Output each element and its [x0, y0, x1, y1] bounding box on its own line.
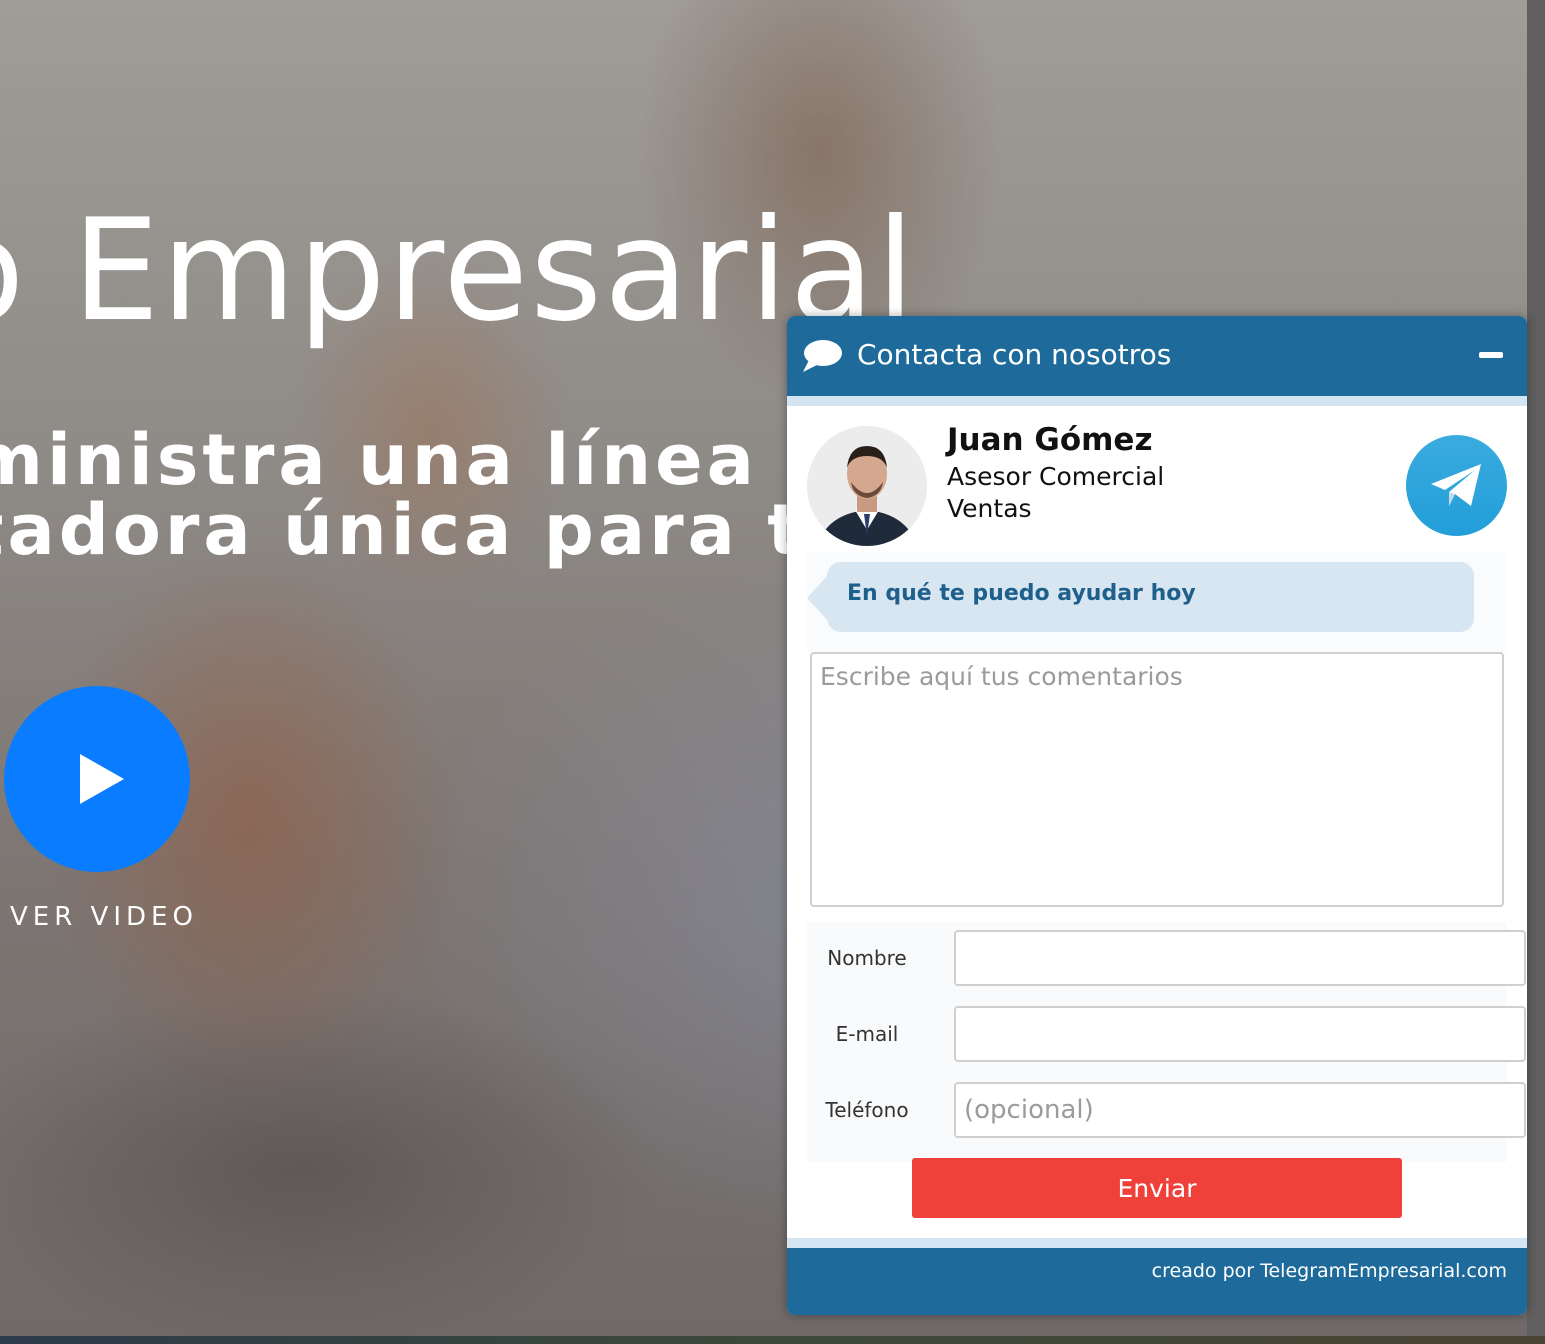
agent-avatar [807, 426, 927, 546]
credit-link[interactable]: creado por TelegramEmpresarial.com [1152, 1260, 1507, 1282]
footer-divider [787, 1238, 1527, 1248]
widget-title: Contacta con nosotros [857, 338, 1172, 371]
hero-title: o Empresarial [0, 188, 917, 353]
chat-bubble-icon [803, 340, 842, 372]
agent-role: Asesor Comercial [947, 462, 1165, 491]
play-icon [80, 754, 124, 804]
contact-form: Nombre E-mail Teléfono [807, 922, 1526, 1162]
bottom-strip [0, 1336, 1545, 1344]
agent-name: Juan Gómez [947, 422, 1153, 458]
name-input[interactable] [954, 930, 1526, 986]
phone-label: Teléfono [825, 1098, 909, 1122]
greeting-bubble-tail [807, 574, 829, 622]
email-label: E-mail [835, 1022, 899, 1046]
contact-widget: Contacta con nosotros Juan Gómez Asesor … [787, 316, 1527, 1315]
agent-card: Juan Gómez Asesor Comercial Ventas [787, 406, 1527, 556]
play-video-button[interactable] [4, 686, 190, 872]
video-label[interactable]: VER VIDEO [10, 902, 198, 932]
greeting-text: En qué te puedo ayudar hoy [847, 581, 1196, 606]
widget-header[interactable]: Contacta con nosotros [787, 316, 1527, 396]
scrollbar[interactable] [1527, 0, 1545, 1344]
name-label: Nombre [827, 946, 907, 970]
email-input[interactable] [954, 1006, 1526, 1062]
minimize-icon[interactable] [1479, 352, 1503, 358]
phone-input[interactable] [954, 1082, 1526, 1138]
agent-department: Ventas [947, 494, 1032, 523]
send-button[interactable]: Enviar [912, 1158, 1402, 1218]
telegram-icon[interactable] [1406, 435, 1507, 536]
widget-footer: creado por TelegramEmpresarial.com [787, 1248, 1527, 1315]
header-divider [787, 396, 1527, 406]
comments-textarea[interactable] [810, 652, 1504, 907]
